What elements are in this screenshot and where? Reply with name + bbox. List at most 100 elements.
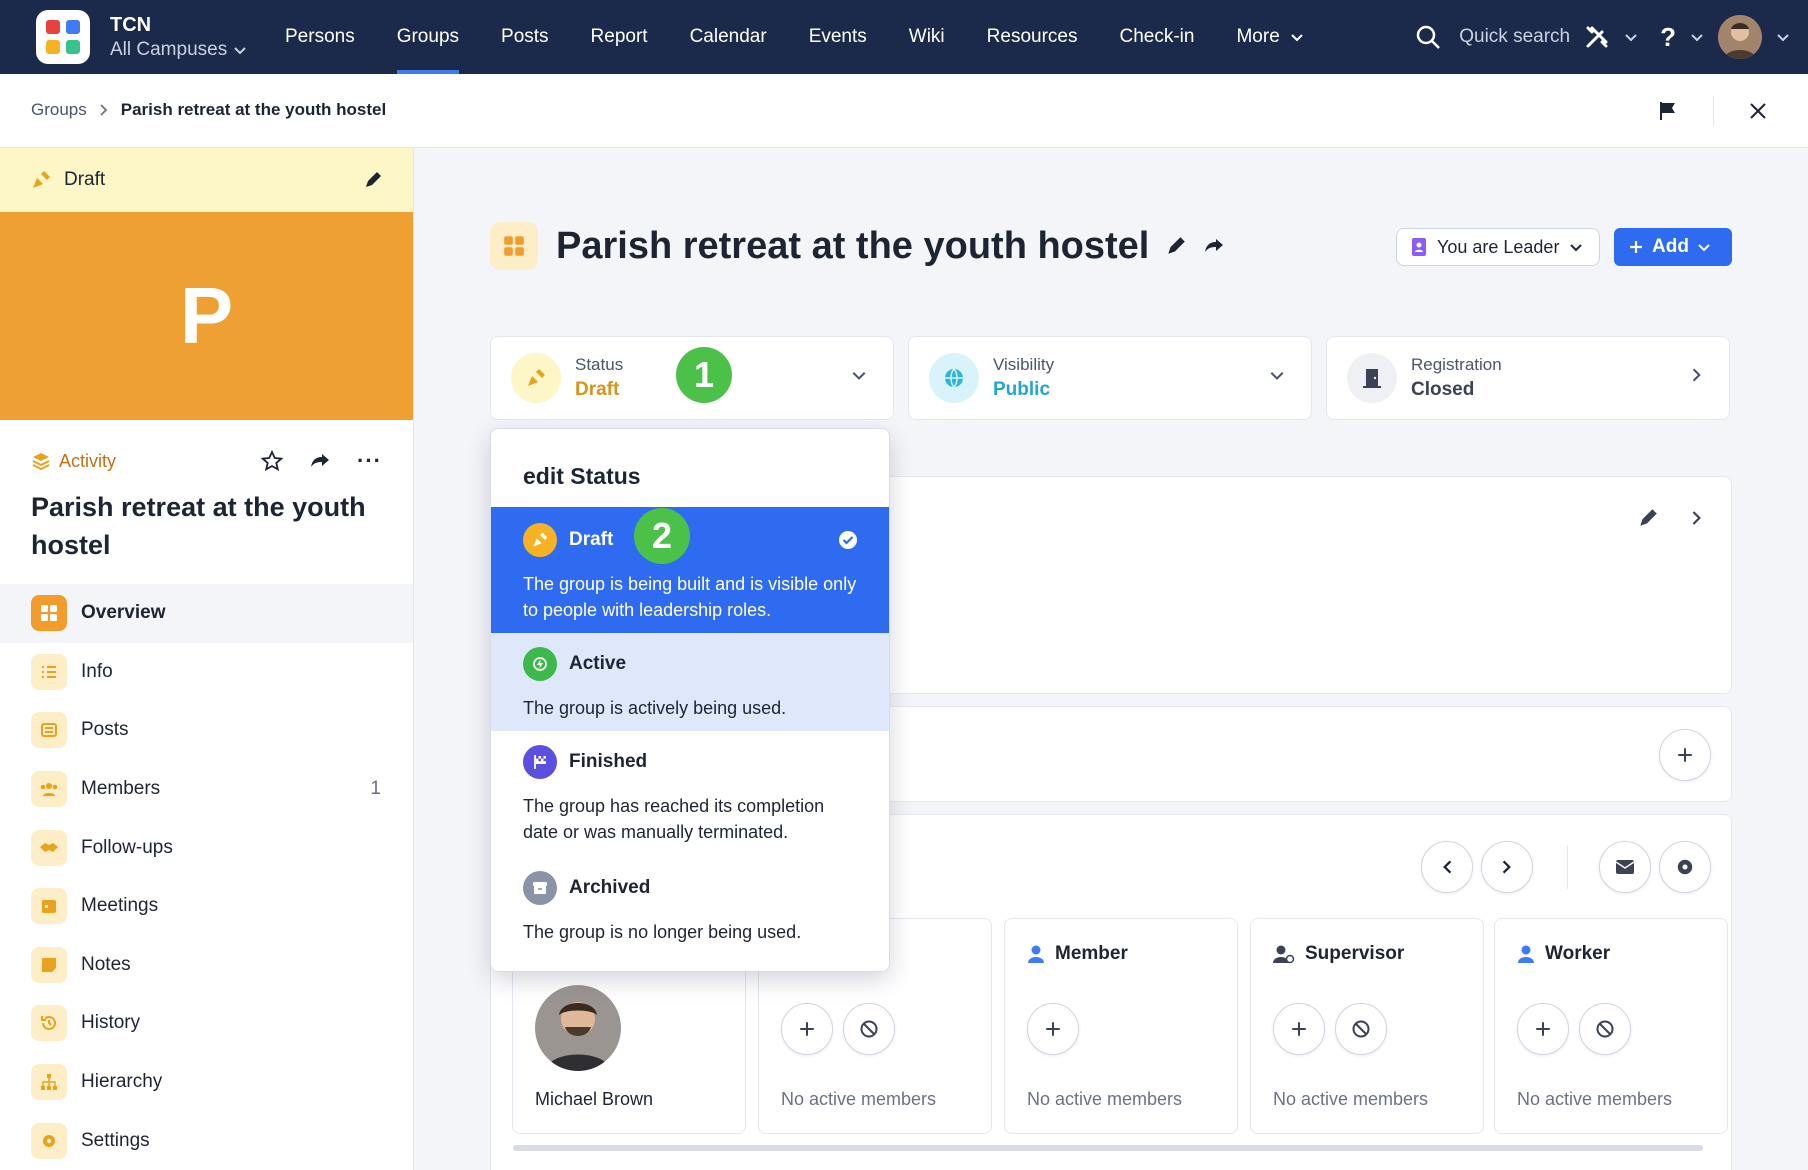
close-icon[interactable] (1748, 101, 1768, 121)
sidebar-item-posts[interactable]: Posts (0, 701, 413, 760)
breadcrumb-actions (1657, 96, 1768, 126)
block-button[interactable] (843, 1003, 895, 1055)
pencil-icon[interactable] (1165, 235, 1187, 257)
add-button[interactable]: Add (1614, 228, 1732, 266)
archive-box-icon (523, 871, 557, 905)
nav-checkin[interactable]: Check-in (1099, 0, 1216, 74)
nav-more[interactable]: More (1215, 0, 1324, 74)
calendar-icon (31, 888, 67, 925)
leader-role-button[interactable]: You are Leader (1396, 228, 1600, 266)
breadcrumb-groups[interactable]: Groups (31, 100, 87, 120)
nav-events[interactable]: Events (788, 0, 888, 74)
add-tag-button[interactable] (1659, 729, 1711, 781)
pencil-icon[interactable] (363, 170, 383, 190)
activity-label[interactable]: Activity (31, 451, 116, 472)
status-option-finished[interactable]: Finished The group has reached its compl… (491, 731, 889, 857)
status-option-archived[interactable]: Archived The group is no longer being us… (491, 857, 889, 967)
share-icon[interactable] (1203, 235, 1225, 257)
page-title: Parish retreat at the youth hostel (556, 224, 1150, 267)
block-button[interactable] (1335, 1003, 1387, 1055)
more-options-icon[interactable]: ··· (357, 448, 382, 474)
chevron-down-icon[interactable] (1690, 30, 1704, 44)
sidebar-item-followups[interactable]: Follow-ups (0, 818, 413, 877)
user-eye-icon (1273, 945, 1295, 964)
brand-name: TCN (110, 14, 152, 36)
pen-nib-icon (511, 353, 561, 403)
status-option-draft[interactable]: Draft The group is being built and is vi… (491, 507, 889, 633)
add-member-button[interactable] (1027, 1003, 1079, 1055)
sidebar-group-title: Parish retreat at the youth hostel (31, 492, 366, 560)
add-member-button[interactable] (1517, 1003, 1569, 1055)
chevron-down-icon (1570, 244, 1583, 252)
plus-icon (1678, 748, 1692, 762)
chevron-down-icon[interactable] (1624, 30, 1638, 44)
email-button[interactable] (1599, 841, 1651, 893)
prev-button[interactable] (1421, 841, 1473, 893)
member-name[interactable]: Michael Brown (535, 1089, 653, 1110)
settings-button[interactable] (1659, 841, 1711, 893)
gear-icon (1677, 859, 1693, 875)
brand[interactable]: TCN All Campuses (110, 14, 247, 61)
app-logo[interactable] (36, 10, 90, 64)
add-member-button[interactable] (781, 1003, 833, 1055)
sidebar-item-meetings[interactable]: Meetings (0, 877, 413, 936)
chevron-right-icon (100, 104, 108, 116)
nav-report[interactable]: Report (570, 0, 669, 74)
chevron-right-icon[interactable] (1691, 509, 1703, 527)
flag-icon[interactable] (1657, 100, 1679, 122)
option-description: The group is no longer being used. (523, 922, 802, 942)
sidebar-item-hierarchy[interactable]: Hierarchy (0, 1053, 413, 1112)
divider (1567, 845, 1568, 889)
star-icon[interactable] (261, 450, 284, 472)
activity-text: Activity (59, 450, 117, 471)
plus-icon (1292, 1022, 1306, 1036)
sidebar-item-info[interactable]: Info (0, 643, 413, 702)
option-description: The group is actively being used. (523, 698, 787, 718)
nav-resources[interactable]: Resources (966, 0, 1099, 74)
sidebar-item-members[interactable]: Members 1 (0, 760, 413, 819)
plus-icon (1046, 1022, 1060, 1036)
tools-icon[interactable] (1584, 24, 1610, 50)
role-card-worker: Worker No active members (1494, 918, 1728, 1134)
nav-posts[interactable]: Posts (480, 0, 570, 74)
user-avatar[interactable] (1718, 15, 1762, 59)
add-member-button[interactable] (1273, 1003, 1325, 1055)
quick-search-input[interactable]: Quick search (1459, 26, 1570, 48)
help-icon[interactable]: ? (1660, 22, 1676, 53)
role-card-supervisor: Supervisor No active members (1250, 918, 1484, 1134)
nav-calendar[interactable]: Calendar (669, 0, 788, 74)
visibility-card[interactable]: Visibility Public (908, 336, 1312, 420)
search-icon[interactable] (1415, 24, 1441, 50)
nav-groups[interactable]: Groups (376, 0, 480, 74)
nav-wiki[interactable]: Wiki (888, 0, 966, 74)
nav-menu: Persons Groups Posts Report Calendar Eve… (264, 0, 1325, 74)
users-icon (31, 771, 67, 808)
campus-label: All Campuses (110, 39, 228, 60)
sidebar-item-notes[interactable]: Notes (0, 936, 413, 995)
status-option-active[interactable]: Active The group is actively being used. (491, 633, 889, 731)
campus-selector[interactable]: All Campuses (110, 39, 247, 61)
registration-card[interactable]: Registration Closed (1326, 336, 1730, 420)
next-button[interactable] (1481, 841, 1533, 893)
nav-persons[interactable]: Persons (264, 0, 376, 74)
checkered-flag-icon (523, 745, 557, 779)
chevron-down-icon (234, 47, 246, 55)
globe-icon (929, 353, 979, 403)
door-closed-icon (1347, 353, 1397, 403)
block-button[interactable] (1579, 1003, 1631, 1055)
grid-icon (490, 222, 538, 270)
sidebar-item-settings[interactable]: Settings (0, 1111, 413, 1170)
share-icon[interactable] (309, 450, 331, 472)
no-active-members: No active members (1027, 1089, 1183, 1109)
sidebar-item-history[interactable]: History (0, 994, 413, 1053)
option-description: The group is being built and is visible … (523, 574, 857, 620)
registration-value: Closed (1411, 379, 1475, 400)
grid-icon (31, 595, 67, 632)
pencil-icon[interactable] (1637, 507, 1659, 529)
step-badge-1: 1 (676, 347, 732, 403)
sidebar-item-overview[interactable]: Overview (0, 584, 413, 643)
sidebar-item-label: Members (81, 778, 161, 800)
member-avatar[interactable] (535, 985, 621, 1071)
chevron-down-icon[interactable] (1776, 30, 1790, 44)
horizontal-scrollbar[interactable] (513, 1145, 1703, 1151)
